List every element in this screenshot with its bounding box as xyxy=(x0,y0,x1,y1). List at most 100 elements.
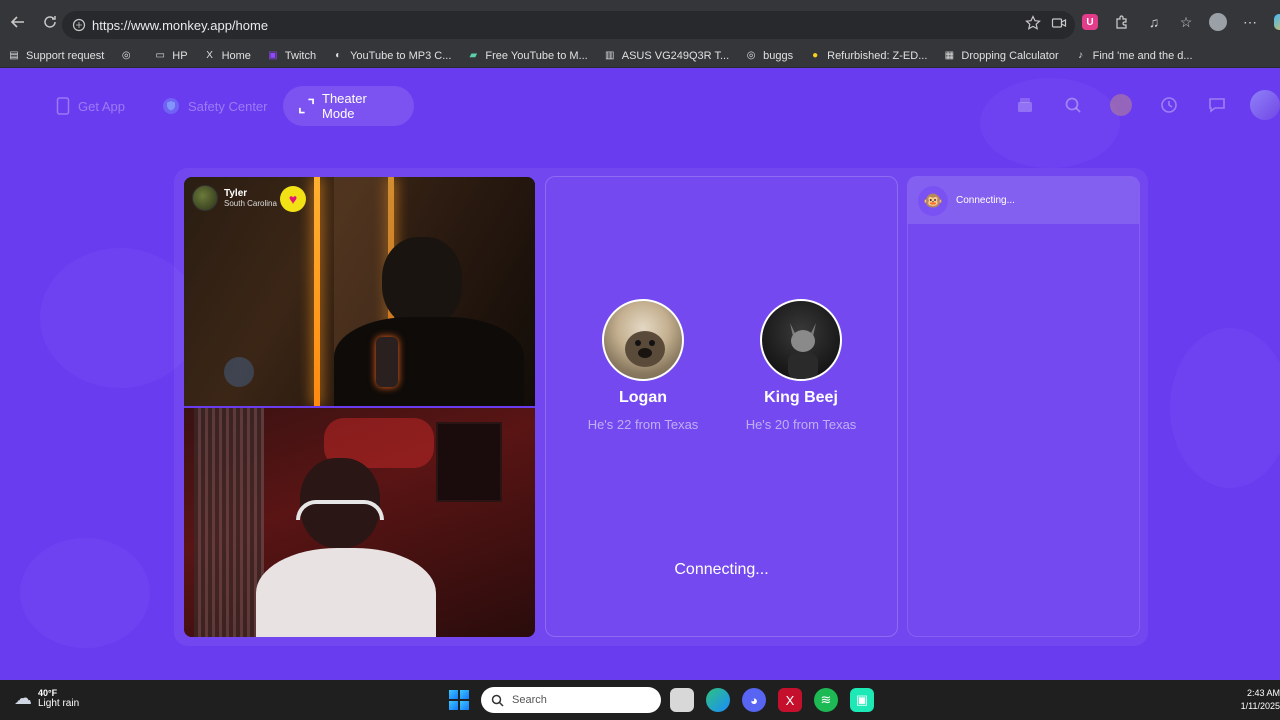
phone-icon xyxy=(56,97,70,115)
remote-user-location: South Carolina xyxy=(224,199,277,208)
bookmark-item[interactable]: ◎ buggs xyxy=(745,50,793,62)
chat-panel: 🐵 Connecting... xyxy=(907,176,1140,637)
video-feeds: Tyler South Carolina ♥ xyxy=(184,177,535,637)
ticket-icon: ▤ xyxy=(9,50,19,61)
remote-user-chip[interactable]: Tyler South Carolina xyxy=(192,185,277,211)
bookmark-item[interactable]: X Home xyxy=(204,50,251,62)
more-menu-icon[interactable]: ⋯ xyxy=(1240,12,1260,32)
shield-icon xyxy=(163,98,179,114)
match-name: Logan xyxy=(619,389,667,406)
get-app-button[interactable]: Get App xyxy=(40,86,141,126)
shop-icon[interactable] xyxy=(1010,90,1040,120)
person-body xyxy=(256,548,436,637)
tiktok-icon: ♪ xyxy=(1078,50,1084,61)
app-x-icon[interactable]: X xyxy=(778,688,802,712)
match-person-card[interactable]: Logan He's 22 from Texas xyxy=(568,299,718,432)
match-connecting-status: Connecting... xyxy=(674,561,769,578)
self-video xyxy=(184,408,535,637)
remote-user-avatar xyxy=(192,185,218,211)
expand-icon xyxy=(299,98,314,114)
asus-icon: ▥ xyxy=(605,50,615,61)
back-arrow-icon xyxy=(10,16,24,28)
system-clock[interactable]: 2:43 AM 1/11/2025 xyxy=(1240,687,1280,713)
globe-icon: ◎ xyxy=(746,50,756,61)
extensions-puzzle-icon[interactable] xyxy=(1112,12,1132,32)
file-explorer-icon[interactable] xyxy=(670,688,694,712)
chat-connecting-status: Connecting... xyxy=(956,195,1015,206)
camera-icon[interactable] xyxy=(1051,15,1067,36)
clock-time: 2:43 AM xyxy=(1246,688,1280,698)
history-icon[interactable] xyxy=(1154,90,1184,120)
microphone xyxy=(376,337,398,387)
bookmarks-bar: ▤ Support request ◎ ▭ HP X Home ▣ Twitch ◐ Yo… xyxy=(0,44,1280,68)
discord-icon[interactable]: ◕ xyxy=(742,688,766,712)
bookmark-item[interactable]: ◐ YouTube to MP3 C... xyxy=(332,50,451,62)
monkey-icon: 🐵 xyxy=(918,185,948,216)
yt-icon: ▰ xyxy=(469,50,478,61)
reload-button[interactable] xyxy=(36,8,64,36)
match-person-card[interactable]: King Beej He's 20 from Texas xyxy=(726,299,876,432)
calculator-icon: ▦ xyxy=(944,50,955,61)
bookmark-item[interactable]: ◎ xyxy=(120,50,138,62)
chat-header: 🐵 Connecting... xyxy=(908,177,1139,224)
background-blob xyxy=(20,538,150,648)
blue-light xyxy=(224,357,254,387)
profile-avatar-icon[interactable] xyxy=(1208,12,1228,32)
chat-app-icon[interactable]: ▣ xyxy=(850,688,874,712)
reload-icon xyxy=(44,16,56,28)
monkey-page: Get App Safety Center Theater Mode Tyler… xyxy=(0,68,1280,680)
user-avatar-icon[interactable] xyxy=(1106,90,1136,120)
background-blob xyxy=(1170,328,1280,488)
twitch-icon: ▣ xyxy=(268,50,278,61)
curtain xyxy=(194,408,264,637)
bookmark-folder[interactable]: ▭ HP xyxy=(154,50,188,62)
search-icon[interactable] xyxy=(1058,90,1088,120)
heart-button[interactable]: ♥ xyxy=(280,186,306,212)
folder-icon: ▭ xyxy=(155,50,165,61)
rain-cloud-icon: ☁ xyxy=(14,688,32,708)
top-navigation: Get App Safety Center Theater Mode xyxy=(0,86,1280,128)
headphones xyxy=(296,500,384,520)
back-button[interactable] xyxy=(4,8,32,36)
match-name: King Beej xyxy=(764,389,838,406)
person-body xyxy=(334,317,524,406)
extension-u-icon[interactable]: U xyxy=(1080,12,1100,32)
remote-user-name: Tyler xyxy=(224,188,248,199)
profile-avatar[interactable] xyxy=(1250,90,1280,120)
bookmark-item[interactable]: ♪ Find 'me and the d... xyxy=(1075,50,1192,62)
bookmark-item[interactable]: ▥ ASUS VG249Q3R T... xyxy=(604,50,729,62)
match-avatar-wolf xyxy=(760,299,842,381)
bookmark-item[interactable]: ▰ Free YouTube to M... xyxy=(467,50,588,62)
weather-widget[interactable]: ☁ 40°F Light rain xyxy=(14,688,79,709)
bookmark-star-icon[interactable] xyxy=(1025,15,1041,36)
led-light-strip xyxy=(314,177,320,406)
messages-icon[interactable] xyxy=(1202,90,1232,120)
globe-icon: ◎ xyxy=(121,50,131,61)
copilot-icon[interactable] xyxy=(1272,12,1280,32)
bookmark-item[interactable]: ▦ Dropping Calculator xyxy=(943,50,1059,62)
match-info: He's 22 from Texas xyxy=(587,417,699,432)
bookmark-item[interactable]: ▣ Twitch xyxy=(267,50,316,62)
match-info: He's 20 from Texas xyxy=(745,417,857,432)
browser-toolbar: https://www.monkey.app/home U ♫ ☆ ⋯ xyxy=(0,0,1280,44)
match-panel: Logan He's 22 from Texas King Beej He's … xyxy=(545,176,898,637)
search-icon xyxy=(491,694,504,707)
address-bar[interactable]: https://www.monkey.app/home xyxy=(62,11,1075,39)
favorites-icon[interactable]: ☆ xyxy=(1176,12,1196,32)
bookmark-item[interactable]: ▤ Support request xyxy=(8,50,104,62)
media-control-icon[interactable]: ♫ xyxy=(1144,12,1164,32)
spotify-icon[interactable]: ≋ xyxy=(814,688,838,712)
remote-video: Tyler South Carolina ♥ xyxy=(184,177,535,406)
safety-center-button[interactable]: Safety Center xyxy=(146,86,284,126)
bookmark-item[interactable]: ● Refurbished: Z-ED... xyxy=(809,50,927,62)
person-head xyxy=(382,237,462,327)
ebay-icon: ● xyxy=(812,50,819,61)
site-info-icon[interactable] xyxy=(66,18,92,32)
windows-start-icon[interactable] xyxy=(449,690,469,710)
url-text[interactable]: https://www.monkey.app/home xyxy=(92,18,268,33)
theater-mode-button[interactable]: Theater Mode xyxy=(283,86,414,126)
weather-temperature: 40°F xyxy=(38,688,58,698)
edge-browser-icon[interactable] xyxy=(706,688,730,712)
taskbar-search[interactable]: Search xyxy=(481,687,661,713)
converter-icon: ◐ xyxy=(335,50,342,61)
